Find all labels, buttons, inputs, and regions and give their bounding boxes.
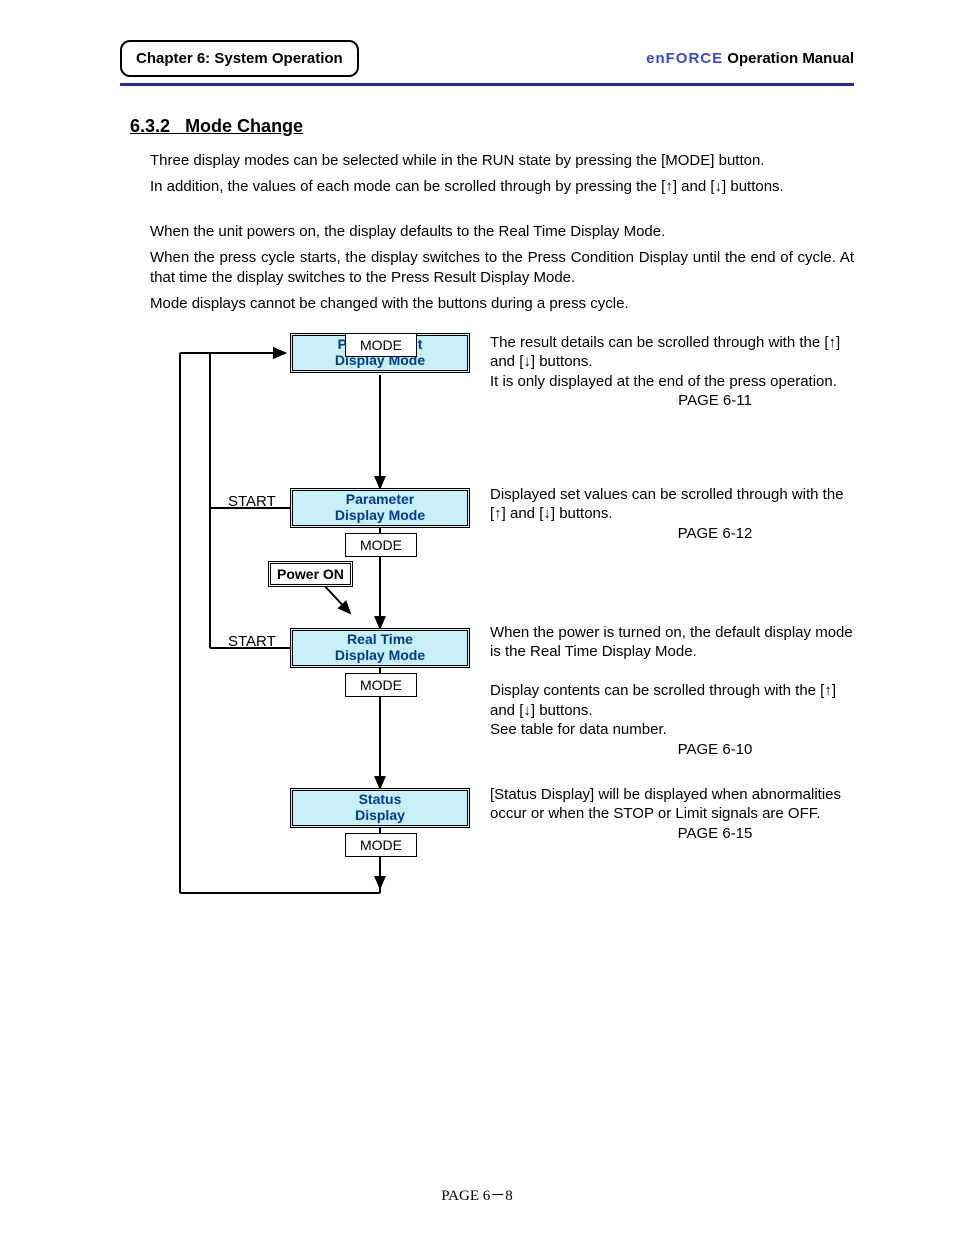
desc-press-result: The result details can be scrolled throu… xyxy=(490,333,860,411)
intro-p2b: When the press cycle starts, the display… xyxy=(150,248,854,289)
manual-text: Operation Manual xyxy=(723,50,854,67)
page-header: Chapter 6: System Operation enFORCE Oper… xyxy=(120,40,854,86)
desc-status: [Status Display] will be displayed when … xyxy=(490,785,860,844)
intro-p1b: In addition, the values of each mode can… xyxy=(150,177,854,197)
start-label-1: START xyxy=(228,493,276,510)
desc-real-time: When the power is turned on, the default… xyxy=(490,623,860,760)
intro-p2a: When the unit powers on, the display def… xyxy=(150,222,854,242)
mode-label-3: MODE xyxy=(345,673,417,697)
manual-label: enFORCE Operation Manual xyxy=(646,50,854,67)
mode-label-4: MODE xyxy=(345,833,417,857)
section-number: 6.3.2 xyxy=(130,116,170,136)
chapter-box: Chapter 6: System Operation xyxy=(120,40,359,77)
start-label-2: START xyxy=(228,633,276,650)
intro-p1a: Three display modes can be selected whil… xyxy=(150,151,854,171)
mode-label-2: MODE xyxy=(345,533,417,557)
page-footer: PAGE 6－8 xyxy=(0,1184,954,1205)
box-status: Status Display xyxy=(290,788,470,828)
mode-label-1: MODE xyxy=(345,333,417,357)
section-title: Mode Change xyxy=(185,116,303,136)
brand-logo: enFORCE xyxy=(646,50,723,67)
box-parameter: Parameter Display Mode xyxy=(290,488,470,528)
intro-p2c: Mode displays cannot be changed with the… xyxy=(150,294,854,314)
flow-diagram: Press Result Display Mode MODE Parameter… xyxy=(150,333,854,963)
box-real-time: Real Time Display Mode xyxy=(290,628,470,668)
section-heading: 6.3.2 Mode Change xyxy=(130,116,854,137)
desc-parameter: Displayed set values can be scrolled thr… xyxy=(490,485,860,544)
box-power-on: Power ON xyxy=(268,561,353,587)
